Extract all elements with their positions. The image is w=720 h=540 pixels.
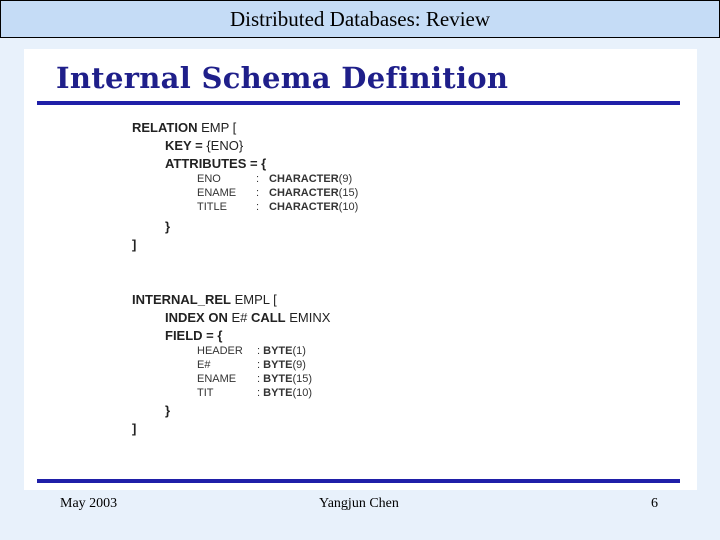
relation-attributes-line: ATTRIBUTES = { (165, 156, 267, 171)
slide-content-panel: Internal Schema Definition RELATION EMP … (24, 49, 697, 490)
internal-rel-close-brace: } (165, 403, 171, 418)
footer-date: May 2003 (60, 496, 118, 511)
slide-title: Distributed Databases: Review (229, 7, 491, 31)
footer-author: Yangjun Chen (319, 496, 399, 511)
heading-rule (37, 101, 680, 105)
relation-close-brace: } (165, 219, 171, 234)
relation-close-bracket: ] (132, 237, 137, 252)
relation-open-line: RELATION EMP [ (132, 120, 237, 135)
footer-page-number: 6 (651, 496, 658, 511)
internal-rel-index-line: INDEX ON E# CALL EMINX (165, 310, 331, 325)
internal-rel-open-line: INTERNAL_REL EMPL [ (132, 292, 277, 307)
slide-heading: Internal Schema Definition (56, 61, 509, 95)
slide-title-bar: Distributed Databases: Review (0, 0, 720, 38)
relation-key-line: KEY = {ENO} (165, 138, 244, 153)
footer-rule (37, 479, 680, 483)
internal-rel-field-line: FIELD = { (165, 328, 223, 343)
internal-rel-close-bracket: ] (132, 421, 137, 436)
